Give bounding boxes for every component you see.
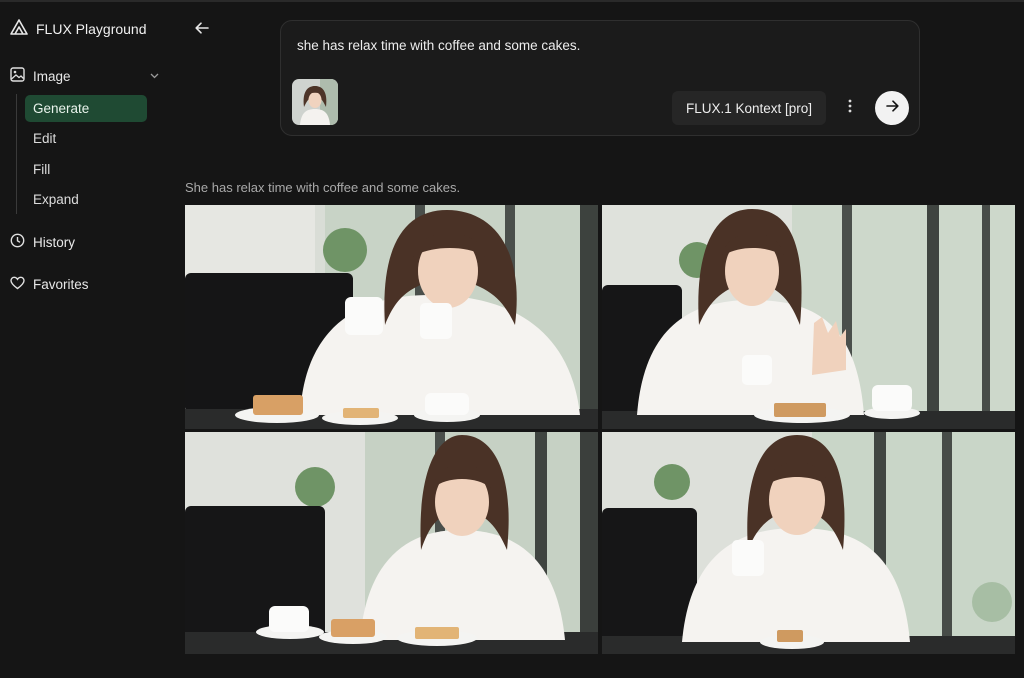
nav-favorites-label: Favorites — [33, 276, 89, 292]
nav-history-label: History — [33, 234, 76, 250]
back-button[interactable] — [192, 20, 212, 40]
app-title: FLUX Playground — [36, 21, 147, 37]
nav-image-label: Image — [33, 68, 71, 84]
nav-fill[interactable]: Fill — [25, 156, 147, 183]
brand[interactable]: FLUX Playground — [10, 18, 147, 40]
prompt-input[interactable]: she has relax time with coffee and some … — [297, 38, 580, 53]
image-icon — [10, 67, 25, 85]
result-image-grid — [185, 205, 1015, 654]
sidebar: FLUX Playground Image Generate Edit Fill… — [0, 2, 168, 678]
reference-image-thumbnail[interactable] — [292, 79, 338, 125]
send-button[interactable] — [875, 91, 909, 125]
model-selector-button[interactable]: FLUX.1 Kontext [pro] — [672, 91, 826, 125]
submenu-divider — [16, 94, 17, 214]
nav-generate[interactable]: Generate — [25, 95, 147, 122]
result-image-2[interactable] — [602, 205, 1015, 429]
nav-edit[interactable]: Edit — [25, 125, 147, 152]
arrow-left-icon — [195, 21, 209, 39]
nav-image[interactable]: Image — [10, 65, 160, 87]
prompt-card: she has relax time with coffee and some … — [280, 20, 920, 136]
clock-icon — [10, 233, 25, 251]
app-window: FLUX Playground Image Generate Edit Fill… — [0, 0, 1024, 678]
more-vertical-icon — [848, 99, 852, 118]
result-image-4[interactable] — [602, 432, 1015, 654]
more-options-button[interactable] — [841, 97, 859, 119]
result-caption: She has relax time with coffee and some … — [185, 180, 461, 195]
heart-icon — [10, 276, 25, 293]
nav-expand[interactable]: Expand — [25, 186, 147, 213]
chevron-down-icon[interactable] — [149, 69, 160, 84]
nav-favorites[interactable]: Favorites — [10, 273, 89, 295]
result-image-3[interactable] — [185, 432, 598, 654]
flux-logo-icon — [10, 18, 28, 40]
nav-history[interactable]: History — [10, 231, 75, 253]
arrow-right-icon — [885, 99, 899, 117]
result-image-1[interactable] — [185, 205, 598, 429]
